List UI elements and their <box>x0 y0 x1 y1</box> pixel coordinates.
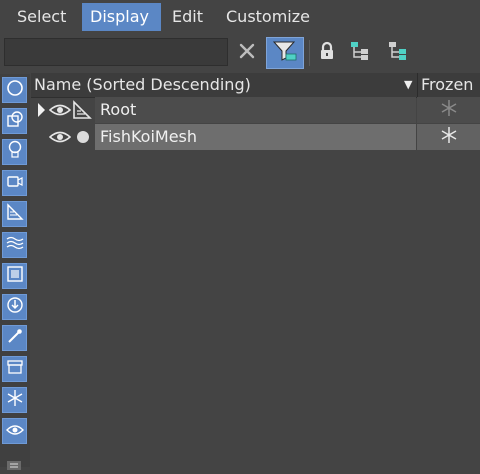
snowflake-icon <box>440 126 458 148</box>
sphere-filter-button[interactable] <box>2 77 27 103</box>
filter-button[interactable] <box>266 37 304 69</box>
container-icon <box>6 359 24 379</box>
visibility-icon <box>5 422 24 441</box>
hierarchy-alt-button[interactable] <box>383 38 413 68</box>
visibility-eye-icon[interactable] <box>49 128 71 146</box>
column-header-name[interactable]: Name (Sorted Descending) <box>34 73 251 97</box>
xrefs-filter-button[interactable] <box>2 294 27 320</box>
clear-icon <box>238 42 256 64</box>
lights-filter-button[interactable] <box>2 139 27 165</box>
hierarchy-button[interactable] <box>345 38 375 68</box>
visibility-eye-icon[interactable] <box>49 101 71 119</box>
column-header-frozen[interactable]: Frozen <box>421 73 473 97</box>
more-filters-icon[interactable] <box>4 455 24 470</box>
camera-icon <box>6 173 24 193</box>
frozen-toggle[interactable] <box>417 97 480 123</box>
bone-icon <box>6 327 24 349</box>
frozen-toggle[interactable] <box>417 124 480 150</box>
table-header: Name (Sorted Descending) ▼ Frozen <box>31 73 480 98</box>
containers-filter-button[interactable] <box>2 356 27 382</box>
menu-select[interactable]: Select <box>9 3 74 31</box>
helpers-filter-button[interactable] <box>2 201 27 227</box>
hierarchy-icon <box>349 40 371 66</box>
row-name[interactable]: Root <box>95 97 416 123</box>
menu-bar: Select Display Edit Customize <box>0 0 480 34</box>
sort-descending-icon[interactable]: ▼ <box>404 73 412 97</box>
frozen-icon <box>6 389 24 411</box>
clear-search-button[interactable] <box>232 38 262 68</box>
sphere-icon <box>6 79 24 101</box>
helper-icon <box>6 203 24 225</box>
search-input[interactable] <box>4 38 228 66</box>
menu-edit[interactable]: Edit <box>164 3 211 31</box>
filter-icon <box>272 39 298 67</box>
left-toolbar <box>0 74 30 470</box>
groups-filter-button[interactable] <box>2 263 27 289</box>
column-divider[interactable] <box>417 73 418 97</box>
group-icon <box>6 265 24 287</box>
frozen-filter-button[interactable] <box>2 387 27 413</box>
xref-icon <box>6 296 24 318</box>
lock-icon <box>318 41 336 65</box>
shapes-icon <box>6 110 24 132</box>
hidden-filter-button[interactable] <box>2 418 27 444</box>
row-name[interactable]: FishKoiMesh <box>95 124 416 150</box>
snowflake-icon <box>440 99 458 121</box>
expand-arrow-icon[interactable] <box>36 101 46 119</box>
geometry-icon <box>76 128 90 146</box>
menu-display[interactable]: Display <box>82 3 161 31</box>
bones-filter-button[interactable] <box>2 325 27 351</box>
hierarchy-alt-icon <box>387 40 409 66</box>
menu-customize[interactable]: Customize <box>218 3 318 31</box>
spacewarp-icon <box>6 234 24 256</box>
lock-button[interactable] <box>312 38 342 68</box>
scene-explorer-table: Name (Sorted Descending) ▼ Frozen Root F… <box>31 73 480 467</box>
cameras-filter-button[interactable] <box>2 170 27 196</box>
helper-icon <box>72 100 92 119</box>
table-row[interactable]: Root <box>31 97 480 123</box>
shapes-filter-button[interactable] <box>2 108 27 134</box>
light-bulb-icon <box>6 140 24 164</box>
table-row[interactable]: FishKoiMesh <box>31 124 480 150</box>
toolbar-separator <box>309 40 310 66</box>
toolbar <box>0 34 480 72</box>
spacewarps-filter-button[interactable] <box>2 232 27 258</box>
